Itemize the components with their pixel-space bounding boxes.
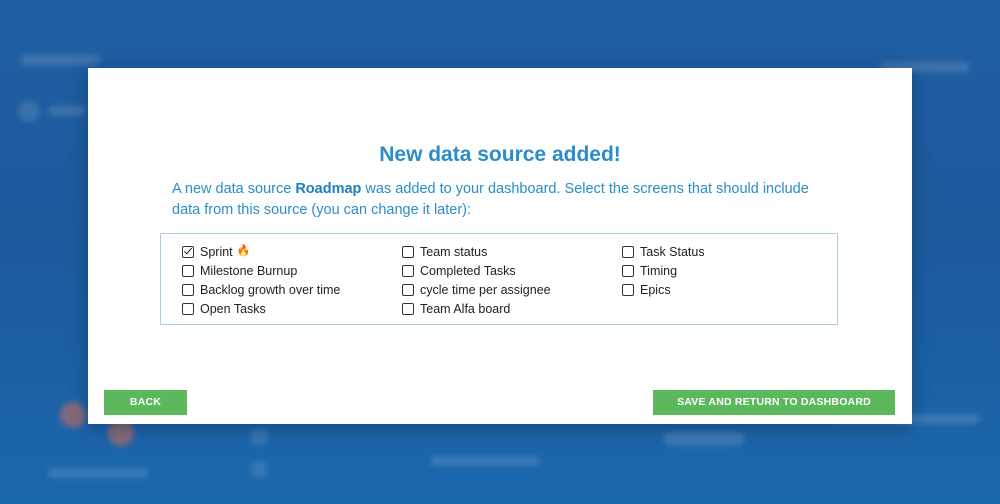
backdrop-blur-shape xyxy=(664,432,744,446)
back-button[interactable]: BACK xyxy=(104,390,187,415)
screen-option-team-status[interactable]: Team status xyxy=(402,242,551,261)
checkbox[interactable] xyxy=(622,283,634,296)
checkbox[interactable] xyxy=(182,302,194,315)
backdrop-blur-shape xyxy=(430,456,540,466)
screen-option-label: Task Status xyxy=(640,244,705,259)
backdrop-blur-shape xyxy=(60,402,86,428)
data-source-name: Roadmap xyxy=(295,181,362,197)
screen-option-backlog-growth[interactable]: Backlog growth over time xyxy=(182,280,340,299)
save-and-return-button[interactable]: SAVE AND RETURN TO DASHBOARD xyxy=(653,390,895,415)
screen-option-label: Timing xyxy=(640,263,678,278)
fire-icon: 🔥 xyxy=(236,245,251,257)
description-prefix: A new data source xyxy=(172,181,296,197)
screen-option-open-tasks[interactable]: Open Tasks xyxy=(182,299,340,318)
screen-option-timing[interactable]: Timing xyxy=(622,261,705,280)
checkbox[interactable] xyxy=(402,264,414,277)
checkbox[interactable] xyxy=(402,302,414,315)
checkbox[interactable] xyxy=(182,283,194,296)
backdrop-blur-shape xyxy=(48,468,148,478)
screen-option-sprint[interactable]: Sprint 🔥 xyxy=(182,242,340,261)
new-data-source-dialog: New data source added! A new data source… xyxy=(88,68,912,424)
screen-option-label: cycle time per assignee xyxy=(420,282,551,297)
screen-option-label: Epics xyxy=(640,282,671,297)
checkbox-checked[interactable] xyxy=(182,245,194,258)
checkbox[interactable] xyxy=(402,245,414,258)
screens-column-2: Team status Completed Tasks cycle time p… xyxy=(402,242,551,318)
backdrop-blur-shape xyxy=(250,428,268,446)
checkbox[interactable] xyxy=(182,264,194,277)
screen-option-label: Team status xyxy=(420,244,488,259)
backdrop-blur-shape xyxy=(18,100,40,122)
screens-column-3: Task Status Timing Epics xyxy=(622,242,705,299)
screen-option-completed-tasks[interactable]: Completed Tasks xyxy=(402,261,551,280)
checkbox[interactable] xyxy=(402,283,414,296)
screen-option-task-status[interactable]: Task Status xyxy=(622,242,705,261)
screen-option-label: Open Tasks xyxy=(200,301,266,316)
screen-option-label: Sprint xyxy=(200,244,233,259)
screen-option-label: Completed Tasks xyxy=(420,263,516,278)
screens-column-1: Sprint 🔥 Milestone Burnup Backlog growth… xyxy=(182,242,340,318)
checkbox[interactable] xyxy=(622,264,634,277)
screen-option-label: Milestone Burnup xyxy=(200,263,298,278)
dialog-title: New data source added! xyxy=(379,143,621,166)
checkbox[interactable] xyxy=(622,245,634,258)
screen-option-milestone-burnup[interactable]: Milestone Burnup xyxy=(182,261,340,280)
backdrop-blur-shape xyxy=(250,460,268,478)
backdrop-blur-shape xyxy=(20,55,100,65)
screen-option-epics[interactable]: Epics xyxy=(622,280,705,299)
screen-option-label: Backlog growth over time xyxy=(200,282,341,297)
screen-selection-box: Sprint 🔥 Milestone Burnup Backlog growth… xyxy=(160,233,838,325)
screen-option-team-alfa-board[interactable]: Team Alfa board xyxy=(402,299,551,318)
screen-option-cycle-time[interactable]: cycle time per assignee xyxy=(402,280,551,299)
screen-option-label: Team Alfa board xyxy=(420,301,511,316)
dialog-description: A new data source Roadmap was added to y… xyxy=(172,179,832,221)
backdrop-blur-shape xyxy=(48,106,86,116)
